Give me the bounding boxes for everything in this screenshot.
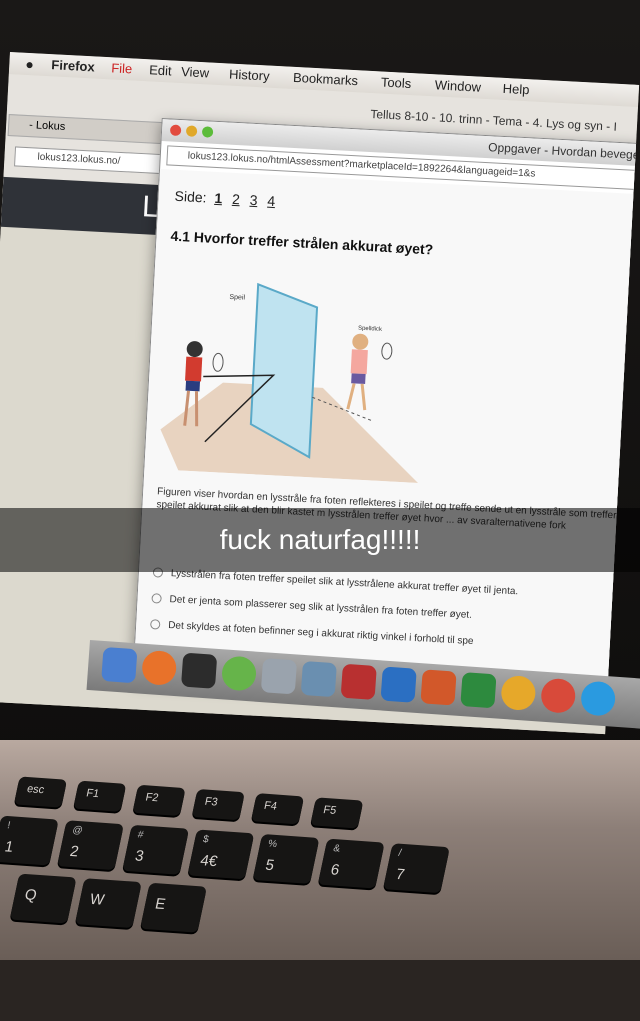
mirror-reflection-illustration: Speil Spelldick <box>160 282 419 483</box>
page-link-4[interactable]: 4 <box>267 193 276 209</box>
finder-icon[interactable] <box>101 646 138 684</box>
background-header-band: L <box>0 176 164 236</box>
caption-text: fuck naturfag!!!!! <box>219 524 421 555</box>
key-1: ! 1 <box>0 815 59 866</box>
assessment-page: Side: 1 2 3 4 4.1 Hvorfor treffer stråle… <box>133 169 640 704</box>
menu-tools[interactable]: Tools <box>381 74 412 91</box>
menu-app-name[interactable]: Firefox <box>51 57 95 74</box>
question-title: 4.1 Hvorfor treffer strålen akkurat øyet… <box>170 227 434 258</box>
page-link-3[interactable]: 3 <box>249 192 258 208</box>
radio-icon[interactable] <box>151 593 162 605</box>
excel-icon[interactable] <box>460 672 497 709</box>
assessment-popup-window: Oppgaver - Hvordan beveger lokus123.loku… <box>132 118 640 706</box>
answer-option-1-label: Lysstrålen fra foten treffer speilet sli… <box>170 568 519 598</box>
key-6: & 6 <box>317 838 385 889</box>
key-q: Q <box>9 873 77 924</box>
photo-icon[interactable] <box>300 660 337 698</box>
powerpoint-icon[interactable] <box>420 669 457 706</box>
key-5: % 5 <box>252 834 320 884</box>
menu-help[interactable]: Help <box>502 81 529 97</box>
page-nav-label: Side: <box>174 187 207 206</box>
background-tab[interactable]: - Lokus <box>7 114 171 145</box>
caption-bar: fuck naturfag!!!!! <box>0 508 640 572</box>
page-navigation: Side: 1 2 3 4 <box>174 188 275 209</box>
page-link-1[interactable]: 1 <box>214 190 223 206</box>
spotify-icon[interactable] <box>220 655 258 692</box>
key-w: W <box>74 878 142 929</box>
popup-title: Oppgaver - Hvordan beveger <box>487 140 640 163</box>
menu-file[interactable]: File <box>111 60 133 76</box>
minimize-icon[interactable] <box>185 125 198 137</box>
answer-option-2[interactable]: Det er jenta som plasserer seg slik at l… <box>151 593 472 621</box>
menu-window[interactable]: Window <box>434 77 481 94</box>
answer-option-3[interactable]: Det skyldes at foten befinner seg i akku… <box>149 619 474 648</box>
background-tab-label: - Lokus <box>28 119 66 133</box>
background-url-bar[interactable]: lokus123.lokus.no/ <box>14 146 167 175</box>
key-f2: F2 <box>132 784 186 817</box>
close-icon[interactable] <box>169 124 182 137</box>
skype-icon[interactable] <box>580 680 617 717</box>
key-f4: F4 <box>250 793 305 825</box>
key-f3: F3 <box>191 788 245 821</box>
key-f1: F1 <box>73 780 127 812</box>
key-esc: esc <box>13 776 68 808</box>
menu-edit[interactable]: Edit <box>149 62 172 78</box>
key-f5: F5 <box>310 797 364 829</box>
launchpad-icon[interactable] <box>180 652 218 689</box>
menu-view[interactable]: View <box>181 64 210 80</box>
key-2: @2 <box>57 820 124 871</box>
laptop-screen: ● Firefox File Edit View History Bookmar… <box>0 52 640 735</box>
key-3: #3 <box>122 824 190 875</box>
apple-icon[interactable]: ● <box>25 56 34 72</box>
key-4: $4€ <box>187 829 255 880</box>
zoom-icon[interactable] <box>201 126 214 138</box>
utility-icon[interactable] <box>260 658 298 695</box>
racket-label: Spelldick <box>358 326 383 333</box>
outlook-icon[interactable] <box>500 674 537 712</box>
media-icon[interactable] <box>340 663 377 700</box>
radio-icon[interactable] <box>149 619 161 630</box>
background-url-text: lokus123.lokus.no/ <box>37 151 121 167</box>
answer-option-2-label: Det er jenta som plasserer seg slik at l… <box>169 594 473 621</box>
firefox-icon[interactable] <box>141 649 178 687</box>
key-7: /7 <box>382 843 450 894</box>
word-icon[interactable] <box>380 666 417 703</box>
background-window-title: Tellus 8-10 - 10. trinn - Tema - 4. Lys … <box>370 106 618 134</box>
mirror-label: Speil <box>229 294 245 302</box>
key-e: E <box>140 882 208 933</box>
menu-bookmarks[interactable]: Bookmarks <box>293 70 359 88</box>
answer-option-3-label: Det skyldes at foten befinner seg i akku… <box>167 620 474 648</box>
page-link-2[interactable]: 2 <box>232 191 241 207</box>
chrome-icon[interactable] <box>540 677 577 714</box>
menu-history[interactable]: History <box>229 67 270 84</box>
